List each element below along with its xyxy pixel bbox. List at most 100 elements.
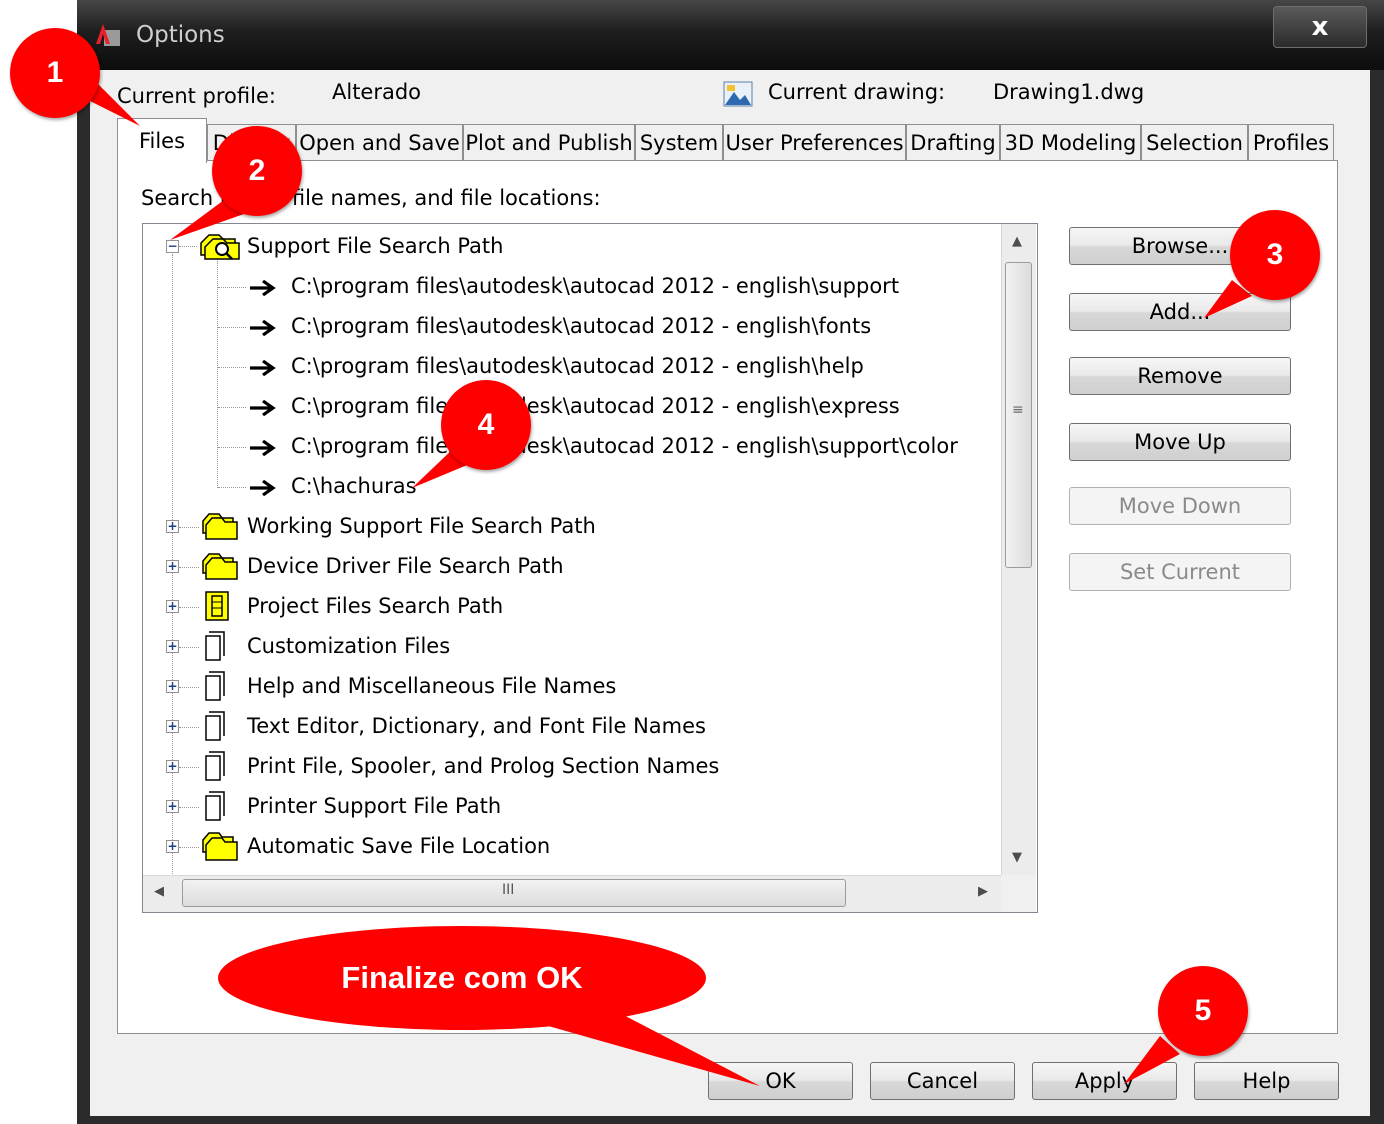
path-arrow-icon bbox=[250, 319, 276, 337]
file-icon bbox=[205, 791, 225, 821]
tab-system[interactable]: System bbox=[635, 124, 723, 160]
tree-connector bbox=[179, 647, 199, 648]
tab-files[interactable]: Files bbox=[117, 118, 207, 163]
tree-connector bbox=[179, 527, 199, 528]
tree-node-project-files-search-path[interactable]: Project Files Search Path bbox=[247, 588, 503, 624]
callout-4: 4 bbox=[441, 380, 531, 470]
tree-heading: Search paths, file names, and file locat… bbox=[141, 186, 601, 210]
tree-connector bbox=[179, 607, 199, 608]
scroll-right-icon[interactable]: ▶ bbox=[978, 884, 988, 899]
collapse-toggle-icon[interactable]: − bbox=[166, 240, 179, 253]
grip-icon: ≡ bbox=[1012, 402, 1024, 418]
expand-toggle-icon[interactable]: + bbox=[166, 840, 179, 853]
expand-toggle-icon[interactable]: + bbox=[166, 720, 179, 733]
help-button[interactable]: Help bbox=[1194, 1062, 1339, 1100]
tree-connector bbox=[179, 567, 199, 568]
folders-icon bbox=[202, 513, 238, 540]
tab-3d-modeling[interactable]: 3D Modeling bbox=[1000, 124, 1141, 160]
cancel-button[interactable]: Cancel bbox=[870, 1062, 1015, 1100]
apply-button[interactable]: Apply bbox=[1032, 1062, 1177, 1100]
expand-toggle-icon[interactable]: + bbox=[166, 800, 179, 813]
tree-connector bbox=[179, 847, 199, 848]
ok-button[interactable]: OK bbox=[708, 1062, 853, 1100]
drawing-icon bbox=[723, 81, 753, 107]
path-arrow-icon bbox=[250, 279, 276, 297]
path-arrow-icon bbox=[250, 399, 276, 417]
scroll-left-icon[interactable]: ◀ bbox=[154, 884, 164, 899]
tree-connector bbox=[217, 254, 218, 488]
remove-button[interactable]: Remove bbox=[1069, 357, 1291, 395]
tree-connector bbox=[218, 447, 246, 448]
tab-profiles[interactable]: Profiles bbox=[1248, 124, 1334, 160]
hscroll-grip: III bbox=[502, 882, 515, 898]
expand-toggle-icon[interactable]: + bbox=[166, 520, 179, 533]
tree-node-device-driver-file-search-path[interactable]: Device Driver File Search Path bbox=[247, 548, 564, 584]
callout-2: 2 bbox=[212, 126, 302, 216]
tree-connector bbox=[179, 687, 199, 688]
support-path-item[interactable]: C:\program files\autodesk\autocad 2012 -… bbox=[291, 268, 899, 304]
expand-toggle-icon[interactable]: + bbox=[166, 600, 179, 613]
callout-5: 5 bbox=[1158, 966, 1248, 1056]
tree-node-automatic-save-file-location[interactable]: Automatic Save File Location bbox=[247, 828, 550, 864]
tree-connector bbox=[218, 327, 246, 328]
tree-node-text-editor-dictionary-font[interactable]: Text Editor, Dictionary, and Font File N… bbox=[247, 708, 706, 744]
current-drawing-label: Current drawing: bbox=[768, 80, 946, 104]
tab-selection[interactable]: Selection bbox=[1141, 124, 1248, 160]
tree-connector bbox=[179, 807, 199, 808]
support-path-item[interactable]: C:\program files\autodesk\autocad 2012 -… bbox=[291, 348, 864, 384]
support-path-item[interactable]: C:\program files\autodesk\autocad 2012 -… bbox=[291, 308, 871, 344]
support-path-item[interactable]: C:\hachuras bbox=[291, 468, 417, 504]
scrollbar-corner bbox=[1001, 875, 1036, 912]
file-icon bbox=[205, 631, 225, 661]
expand-toggle-icon[interactable]: + bbox=[166, 680, 179, 693]
project-icon bbox=[205, 591, 229, 621]
scroll-down-icon[interactable]: ▼ bbox=[1012, 850, 1022, 865]
tree-connector bbox=[179, 767, 199, 768]
set-current-button[interactable]: Set Current bbox=[1069, 553, 1291, 591]
tree-connector bbox=[218, 287, 246, 288]
expand-toggle-icon[interactable]: + bbox=[166, 560, 179, 573]
move-down-button[interactable]: Move Down bbox=[1069, 487, 1291, 525]
callout-3: 3 bbox=[1230, 210, 1320, 300]
path-arrow-icon bbox=[250, 439, 276, 457]
current-profile-value: Alterado bbox=[332, 80, 422, 104]
tree-connector bbox=[179, 246, 197, 247]
close-button[interactable]: x bbox=[1273, 6, 1367, 48]
tree-node-print-file-spooler-prolog[interactable]: Print File, Spooler, and Prolog Section … bbox=[247, 748, 719, 784]
expand-toggle-icon[interactable]: + bbox=[166, 640, 179, 653]
autocad-app-icon bbox=[96, 24, 120, 46]
current-profile-label: Current profile: bbox=[117, 84, 276, 108]
scroll-up-icon[interactable]: ▲ bbox=[1012, 234, 1022, 249]
support-path-item[interactable]: C:\program files\autodesk\autocad 2012 -… bbox=[291, 388, 900, 424]
folders-search-icon bbox=[200, 234, 240, 260]
current-drawing-value: Drawing1.dwg bbox=[993, 80, 1145, 104]
tree-node-working-support-file-search-path[interactable]: Working Support File Search Path bbox=[247, 508, 596, 544]
title-bar[interactable] bbox=[77, 0, 1384, 70]
search-paths-tree[interactable]: − Support File Search Path C:\program fi… bbox=[142, 223, 1038, 913]
tree-node-customization-files[interactable]: Customization Files bbox=[247, 628, 450, 664]
tab-open-and-save[interactable]: Open and Save bbox=[296, 124, 463, 160]
tree-connector bbox=[218, 487, 246, 488]
tree-connector bbox=[179, 727, 199, 728]
path-arrow-icon bbox=[250, 359, 276, 377]
path-arrow-icon bbox=[250, 479, 276, 497]
add-button[interactable]: Add... bbox=[1069, 293, 1291, 331]
window-title: Options bbox=[136, 22, 225, 48]
file-icon bbox=[205, 751, 225, 781]
tab-drafting[interactable]: Drafting bbox=[906, 124, 1000, 160]
tree-node-support-file-search-path[interactable]: Support File Search Path bbox=[247, 228, 503, 264]
expand-toggle-icon[interactable]: + bbox=[166, 760, 179, 773]
finalize-callout-text: Finalize com OK bbox=[341, 960, 583, 995]
callout-1: 1 bbox=[10, 28, 100, 118]
file-icon bbox=[205, 711, 225, 741]
support-path-item[interactable]: C:\program files\autodesk\autocad 2012 -… bbox=[291, 428, 958, 464]
tree-connector bbox=[218, 367, 246, 368]
file-icon bbox=[205, 671, 225, 701]
folders-icon bbox=[202, 832, 238, 861]
folders-icon bbox=[202, 553, 238, 580]
tree-node-help-and-misc-file-names[interactable]: Help and Miscellaneous File Names bbox=[247, 668, 616, 704]
move-up-button[interactable]: Move Up bbox=[1069, 423, 1291, 461]
tab-user-preferences[interactable]: User Preferences bbox=[723, 124, 906, 160]
tree-node-printer-support-file-path[interactable]: Printer Support File Path bbox=[247, 788, 501, 824]
tab-plot-and-publish[interactable]: Plot and Publish bbox=[463, 124, 635, 160]
